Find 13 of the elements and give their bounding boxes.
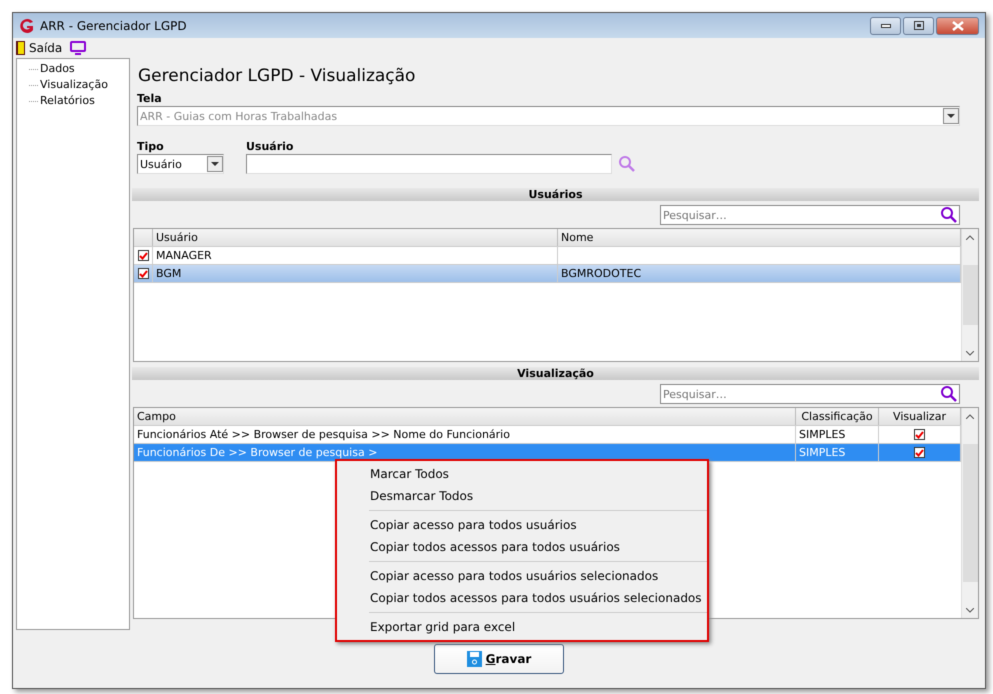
field-label: Usuário (246, 140, 294, 154)
section-title: Usuários (528, 188, 583, 201)
cell-text: Funcionários De >> Browser de pesquisa > (137, 446, 378, 459)
table-cell: SIMPLES (796, 426, 879, 443)
field-label: Tipo (137, 140, 165, 154)
window-title: ARR - Gerenciador LGPD (40, 18, 187, 32)
table-cell: MANAGER (153, 247, 558, 264)
table-cell: BGM (153, 265, 558, 282)
field-label: Tela (137, 92, 163, 106)
table-cell: SIMPLES (796, 444, 879, 461)
section-title: Visualização (517, 367, 594, 380)
page-heading: Gerenciador LGPD - Visualização (137, 65, 416, 88)
cell-text: Funcionários Até >> Browser de pesquisa >> Nome do Funcionário (137, 428, 510, 441)
